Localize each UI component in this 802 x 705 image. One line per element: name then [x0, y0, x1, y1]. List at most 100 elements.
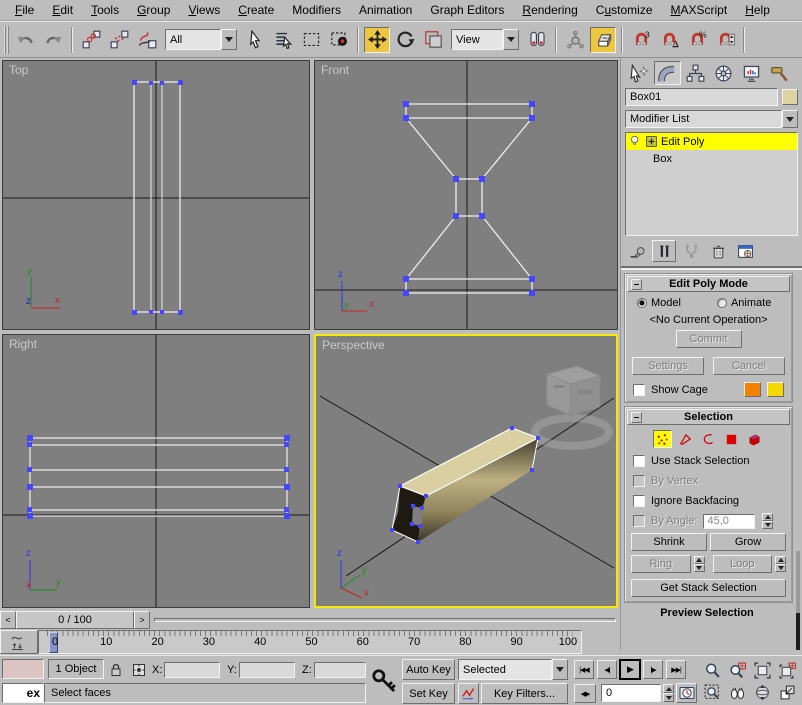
by-vertex-checkbox[interactable] [633, 475, 645, 487]
zoom-all-button[interactable] [725, 659, 750, 681]
track-bar-ruler[interactable]: 0102030405060708090100 [38, 630, 582, 654]
edit-poly-mode-header[interactable]: Edit Poly Mode [627, 276, 790, 292]
cage-color-swatch[interactable] [744, 382, 761, 397]
window-crossing-button[interactable] [326, 27, 352, 53]
zoom-extents-button[interactable] [750, 659, 775, 681]
border-subobject-button[interactable] [699, 430, 718, 448]
time-slider-track[interactable] [154, 618, 616, 622]
absolute-offset-mode-toggle[interactable] [130, 661, 148, 679]
percent-snap-button[interactable]: % [684, 27, 710, 53]
vertex-subobject-button[interactable] [653, 430, 672, 448]
frame-spinner[interactable] [663, 684, 674, 702]
set-key-button[interactable]: Set Key [402, 683, 455, 704]
grow-button[interactable]: Grow [710, 533, 786, 551]
zoom-button[interactable] [700, 659, 725, 681]
keyboard-shortcut-override-button[interactable] [590, 27, 616, 53]
ignore-backfacing-checkbox[interactable] [633, 495, 645, 507]
zoom-region-button[interactable] [700, 681, 725, 703]
get-stack-selection-button[interactable]: Get Stack Selection [631, 579, 786, 597]
chevron-down-icon[interactable] [782, 110, 798, 128]
make-unique-button[interactable] [679, 240, 703, 262]
pin-stack-button[interactable] [625, 240, 649, 262]
cancel-button[interactable]: Cancel [713, 357, 785, 375]
use-pivot-point-center-button[interactable] [524, 27, 550, 53]
viewport-top[interactable]: Top [2, 60, 310, 330]
i-beam-object[interactable] [390, 426, 540, 544]
tab-create[interactable] [626, 61, 653, 85]
maxscript-mini-listener[interactable]: ex [2, 683, 44, 703]
auto-key-button[interactable]: Auto Key [402, 659, 455, 680]
time-slider-handle[interactable]: 0 / 100 [16, 611, 134, 629]
angle-snap-button[interactable] [656, 27, 682, 53]
key-filters-button[interactable]: Key Filters... [481, 683, 568, 704]
stack-item-box[interactable]: Box [626, 150, 797, 167]
arc-rotate-button[interactable] [750, 681, 775, 703]
ring-button[interactable]: Ring [631, 555, 691, 573]
viewport-front[interactable]: Front [314, 60, 618, 330]
selection-filter-dropdown[interactable]: All [165, 29, 237, 50]
next-frame-button[interactable]: |▶ [643, 660, 663, 679]
cage-selected-color-swatch[interactable] [767, 382, 784, 397]
select-and-rotate-button[interactable] [392, 27, 418, 53]
toolbar-drag-handle[interactable] [4, 26, 9, 54]
pan-button[interactable] [725, 681, 750, 703]
menu-customize[interactable]: Customize [587, 1, 662, 19]
remove-modifier-button[interactable] [706, 240, 730, 262]
show-end-result-button[interactable] [652, 240, 676, 262]
menu-maxscript[interactable]: MAXScript [662, 1, 737, 19]
object-name-field[interactable]: Box01 [625, 88, 778, 106]
expand-plus-icon[interactable] [645, 135, 658, 148]
stack-item-edit-poly[interactable]: Edit Poly [626, 133, 797, 150]
menu-file[interactable]: File [6, 1, 43, 19]
edge-subobject-button[interactable] [676, 430, 695, 448]
tab-display[interactable] [738, 61, 765, 85]
time-slider-next-button[interactable]: > [134, 611, 150, 629]
chevron-down-icon[interactable] [503, 29, 519, 50]
element-subobject-button[interactable] [745, 430, 764, 448]
panel-scrollbar-thumb[interactable] [796, 551, 800, 613]
rectangular-selection-region-button[interactable] [298, 27, 324, 53]
modifier-list-dropdown[interactable]: Modifier List [625, 110, 798, 128]
select-and-manipulate-button[interactable] [562, 27, 588, 53]
loop-button[interactable]: Loop [713, 555, 773, 573]
current-frame-field[interactable]: 0 [601, 684, 661, 702]
set-keys-button[interactable] [370, 663, 398, 699]
snaps-toggle-button[interactable]: 3 [628, 27, 654, 53]
select-by-name-button[interactable] [270, 27, 296, 53]
tab-utilities[interactable] [766, 61, 793, 85]
menu-modifiers[interactable]: Modifiers [283, 1, 350, 19]
settings-button[interactable]: Settings [632, 357, 704, 375]
configure-modifier-sets-button[interactable] [733, 240, 757, 262]
animate-radio[interactable] [717, 298, 727, 308]
go-to-end-button[interactable]: ▶▶| [666, 660, 686, 679]
selection-header[interactable]: Selection [627, 409, 790, 425]
tab-hierarchy[interactable] [682, 61, 709, 85]
min-max-toggle-button[interactable] [775, 681, 800, 703]
open-mini-curve-editor-button[interactable] [0, 630, 38, 654]
menu-animation[interactable]: Animation [350, 1, 421, 19]
menu-tools[interactable]: Tools [82, 1, 128, 19]
by-angle-checkbox[interactable] [633, 515, 645, 527]
ring-spinner[interactable] [694, 556, 705, 572]
select-and-link-button[interactable] [78, 27, 104, 53]
time-configuration-button[interactable] [676, 683, 697, 703]
polygon-subobject-button[interactable] [722, 430, 741, 448]
select-object-button[interactable] [242, 27, 268, 53]
by-angle-field[interactable]: 45,0 [703, 514, 755, 529]
shrink-button[interactable]: Shrink [631, 533, 707, 551]
reference-coordinate-dropdown[interactable]: View [451, 29, 519, 50]
loop-spinner[interactable] [775, 556, 786, 572]
unlink-selection-button[interactable] [106, 27, 132, 53]
menu-help[interactable]: Help [736, 1, 779, 19]
selection-lock-toggle[interactable] [107, 661, 125, 679]
play-button[interactable]: ▶ [620, 660, 640, 679]
menu-graph-editors[interactable]: Graph Editors [421, 1, 513, 19]
time-slider-prev-button[interactable]: < [0, 611, 16, 629]
menu-group[interactable]: Group [128, 1, 179, 19]
by-angle-spinner[interactable] [762, 513, 773, 529]
menu-rendering[interactable]: Rendering [513, 1, 586, 19]
commit-button[interactable]: Commit [676, 330, 742, 348]
x-coordinate-field[interactable] [164, 662, 220, 678]
undo-button[interactable] [12, 27, 38, 53]
chevron-down-icon[interactable] [552, 659, 568, 680]
